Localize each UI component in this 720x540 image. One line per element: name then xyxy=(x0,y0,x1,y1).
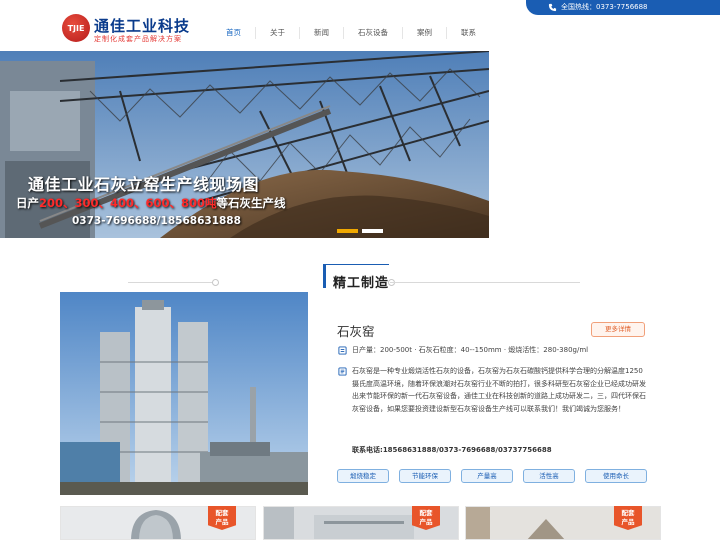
nav-item-about[interactable]: 关于 xyxy=(256,27,300,39)
carousel-dot-2[interactable] xyxy=(362,229,383,233)
card-3-badge: 配套 产品 xyxy=(614,506,642,530)
product-photo[interactable] xyxy=(60,292,308,495)
tag-high-activity[interactable]: 活性高 xyxy=(523,469,575,483)
main-nav: 首页 关于 新闻 石灰设备 案例 联系 xyxy=(212,27,490,39)
nav-item-news[interactable]: 新闻 xyxy=(300,27,344,39)
badge-1-line1: 配套 xyxy=(215,509,229,517)
tag-stable-calcination[interactable]: 煅烧稳定 xyxy=(337,469,389,483)
contact-label: 联系电话: xyxy=(352,446,383,454)
product-contact: 联系电话:18568631888/0373-7696688/0373775668… xyxy=(352,444,552,456)
spec-list-icon xyxy=(338,346,347,355)
section-divider-circle-left xyxy=(212,279,219,286)
more-details-button[interactable]: 更多详情 xyxy=(591,322,645,337)
phone-icon xyxy=(548,3,557,12)
badge-1-line2: 产品 xyxy=(215,518,229,526)
card-1-badge: 配套 产品 xyxy=(208,506,236,530)
nav-item-home[interactable]: 首页 xyxy=(212,27,256,39)
banner-sub-prefix: 日产 xyxy=(16,196,39,210)
logo-text: TJIE xyxy=(67,23,85,33)
carousel-dot-1[interactable] xyxy=(337,229,358,233)
badge-2-line2: 产品 xyxy=(419,518,433,526)
hotline-text[interactable]: 全国热线：0373-7756688 xyxy=(561,0,648,15)
product-tags: 煅烧稳定 节能环保 产量高 活性高 使用命长 xyxy=(337,469,657,483)
nav-item-contact[interactable]: 联系 xyxy=(447,27,490,39)
hero-banner[interactable]: 通佳工业石灰立窑生产线现场图 日产200、300、400、600、800吨等石灰… xyxy=(0,51,489,238)
product-name[interactable]: 石灰窑 xyxy=(337,321,375,340)
brand-slogan: 定制化成套产品解决方案 xyxy=(94,35,182,43)
page: TJIE 通佳工业科技 定制化成套产品解决方案 首页 关于 新闻 石灰设备 案例… xyxy=(0,0,720,540)
contact-phone[interactable]: 18568631888/0373-7696688/03737756688 xyxy=(383,446,552,454)
banner-phone: 0373-7696688/18568631888 xyxy=(72,215,241,227)
banner-title: 通佳工业石灰立窑生产线现场图 xyxy=(28,175,260,194)
badge-3-line2: 产品 xyxy=(621,518,635,526)
tag-energy-saving[interactable]: 节能环保 xyxy=(399,469,451,483)
tag-high-output[interactable]: 产量高 xyxy=(461,469,513,483)
banner-sub-suffix: 等石灰生产线 xyxy=(216,196,286,210)
section-title: 精工制造 xyxy=(333,276,390,291)
card-2-badge: 配套 产品 xyxy=(412,506,440,530)
badge-3-line1: 配套 xyxy=(621,509,635,517)
brand-name[interactable]: 通佳工业科技 xyxy=(94,15,190,36)
tag-long-life[interactable]: 使用命长 xyxy=(585,469,647,483)
product-description: 石灰窑是一种专业煅烧活性石灰的设备，石灰窑为石灰石碳酸钙提供科学合理的分解温度1… xyxy=(352,367,646,413)
nav-item-lime-equipment[interactable]: 石灰设备 xyxy=(344,27,403,39)
nav-item-cases[interactable]: 案例 xyxy=(403,27,447,39)
banner-sub-capacity: 200、300、400、600、800吨 xyxy=(39,196,217,210)
description-icon xyxy=(338,367,347,376)
lime-kiln-image xyxy=(60,292,308,495)
banner-subtitle: 日产200、300、400、600、800吨等石灰生产线 xyxy=(16,195,286,211)
product-specs: 日产量：200-500t · 石灰石粒度：40--150mm · 煅烧活性：28… xyxy=(352,346,589,354)
badge-2-line1: 配套 xyxy=(419,509,433,517)
section-divider-left xyxy=(128,282,213,283)
company-logo[interactable]: TJIE xyxy=(62,14,90,42)
section-divider-right xyxy=(390,282,580,283)
